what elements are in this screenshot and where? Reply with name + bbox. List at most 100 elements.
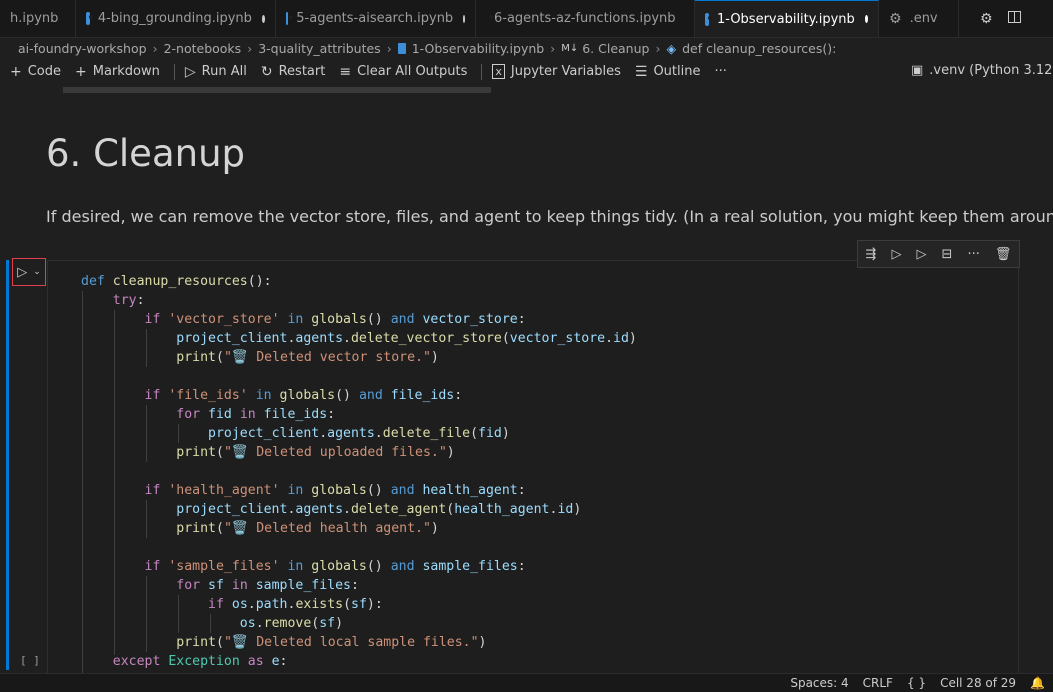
outline-list-icon: ☰ — [634, 63, 648, 80]
code-token: e — [271, 654, 280, 669]
modified-dot-icon[interactable] — [463, 14, 465, 23]
code-line: print("🗑️ Deleted vector store.") — [81, 348, 637, 367]
code-line: if 'file_ids' in globals() and file_ids: — [81, 386, 637, 405]
toolbar-more-button[interactable]: ··· — [714, 64, 726, 79]
code-token: 'health_agent' — [168, 483, 280, 498]
code-token: ) — [573, 502, 582, 517]
code-token: : — [136, 293, 145, 308]
cell-position-status[interactable]: Cell 28 of 29 — [940, 676, 1016, 690]
code-line: except Exception as e: — [81, 652, 637, 671]
cell-more-button[interactable]: ··· — [967, 247, 979, 262]
split-editor-icon[interactable] — [1008, 11, 1021, 23]
variables-icon: x — [492, 64, 505, 79]
code-token: "🗑️ Deleted uploaded files." — [223, 445, 447, 460]
code-token: ( — [215, 445, 224, 460]
delete-cell-trash-icon[interactable]: 🗑 — [995, 247, 1012, 262]
toolbar-divider — [173, 63, 175, 80]
indentation-status[interactable]: Spaces: 4 — [790, 676, 848, 690]
breadcrumb-item[interactable]: ai-foundry-workshop — [18, 41, 147, 56]
code-line: def cleanup_resources(): — [81, 272, 637, 291]
outline-button[interactable]: ☰ Outline — [635, 64, 701, 80]
restart-button[interactable]: ↻ Restart — [261, 64, 325, 80]
code-token: Exception — [168, 654, 240, 669]
gear-icon: ⚙ — [889, 10, 902, 27]
breadcrumb-item[interactable]: 1-Observability.ipynb — [412, 41, 545, 56]
plus-icon: + — [10, 63, 22, 80]
code-token: in — [279, 312, 312, 327]
modified-dot-icon[interactable] — [261, 14, 265, 23]
tab-6-agents-az-functions[interactable]: 6-agents-az-functions.ipynb — [476, 0, 695, 37]
add-markdown-cell-button[interactable]: + Markdown — [75, 64, 160, 80]
breadcrumb-item[interactable]: 6. Cleanup — [582, 41, 649, 56]
code-token: id — [557, 502, 574, 517]
code-token: project_client — [176, 502, 288, 517]
code-token: globals — [311, 312, 367, 327]
code-token: if — [144, 312, 169, 327]
horizontal-scrollbar[interactable] — [63, 87, 491, 93]
modified-dot-icon[interactable] — [864, 15, 868, 23]
code-line: print("🗑️ Deleted local sample files.") — [81, 633, 637, 652]
code-token: . — [343, 502, 351, 517]
code-token: delete_file — [382, 426, 471, 441]
end-of-line-status[interactable]: CRLF — [863, 676, 893, 690]
notebook-file-icon — [705, 12, 712, 26]
code-token: print — [176, 445, 216, 460]
code-token: "🗑️ Deleted health agent." — [223, 521, 431, 536]
tab-h-ipynb[interactable]: h.ipynb — [0, 0, 76, 37]
code-line: os.remove(sf) — [81, 614, 637, 633]
code-token: and — [358, 388, 391, 403]
tab-label: 1-Observability.ipynb — [717, 11, 855, 27]
code-token: () — [335, 388, 359, 403]
code-token: : — [517, 312, 526, 327]
code-token: try — [112, 293, 137, 308]
breadcrumb-item[interactable]: 3-quality_attributes — [258, 41, 381, 56]
language-braces-icon[interactable]: { } — [907, 676, 926, 690]
breadcrumb-item[interactable]: 2-notebooks — [164, 41, 242, 56]
split-cell-icon[interactable]: ⊟ — [942, 247, 953, 262]
code-token: for — [176, 407, 209, 422]
markdown-paragraph: If desired, we can remove the vector sto… — [46, 207, 1053, 226]
execute-below-icon[interactable]: ▷ — [916, 247, 926, 262]
tab-label: 4-bing_grounding.ipynb — [97, 11, 252, 26]
code-token: : — [350, 578, 359, 593]
breadcrumb-item[interactable]: def cleanup_resources(): — [682, 41, 836, 56]
plus-icon: + — [75, 63, 87, 80]
bell-notification-icon[interactable]: 🔔 — [1030, 676, 1045, 690]
execute-above-icon[interactable]: ⇶ — [866, 247, 877, 262]
code-token: os — [239, 616, 256, 631]
tab-1-observability[interactable]: 1-Observability.ipynb — [695, 0, 879, 37]
markdown-icon: M↓ — [561, 42, 579, 54]
kernel-picker[interactable]: ▣ .venv (Python 3.12.1) — [911, 63, 1053, 78]
tab-5-agents-aisearch[interactable]: 5-agents-aisearch.ipynb — [276, 0, 476, 37]
settings-gear-icon[interactable]: ⚙ — [980, 11, 993, 27]
code-token: path — [255, 597, 288, 612]
code-token: ) — [478, 635, 487, 650]
code-token: file_ids — [263, 407, 328, 422]
run-cell-button[interactable]: ▷ ⌄ — [12, 258, 46, 286]
code-token: agents — [327, 426, 375, 441]
clear-all-outputs-button[interactable]: ≡ Clear All Outputs — [339, 64, 467, 80]
cell-focus-indicator — [6, 260, 9, 670]
run-all-button[interactable]: ▷ Run All — [185, 64, 247, 80]
tab-4-bing-grounding[interactable]: 4-bing_grounding.ipynb — [76, 0, 276, 37]
add-code-cell-button[interactable]: + Code — [10, 64, 61, 80]
code-editor-lines[interactable]: def cleanup_resources(): try: if 'vector… — [81, 272, 637, 671]
code-token: ): — [366, 597, 383, 612]
chevron-right-icon: › — [550, 40, 556, 56]
jupyter-variables-button[interactable]: x Jupyter Variables — [492, 64, 621, 79]
chevron-down-icon[interactable]: ⌄ — [33, 267, 41, 277]
execute-cell-and-below-icon[interactable]: ▷ — [891, 247, 901, 262]
code-token: "🗑️ Deleted vector store." — [223, 350, 431, 365]
code-token: if — [144, 483, 169, 498]
code-token: globals — [279, 388, 336, 403]
code-token: sample_files — [422, 559, 518, 574]
code-token: . — [247, 597, 256, 612]
tab-env[interactable]: ⚙ .env — [879, 0, 959, 37]
